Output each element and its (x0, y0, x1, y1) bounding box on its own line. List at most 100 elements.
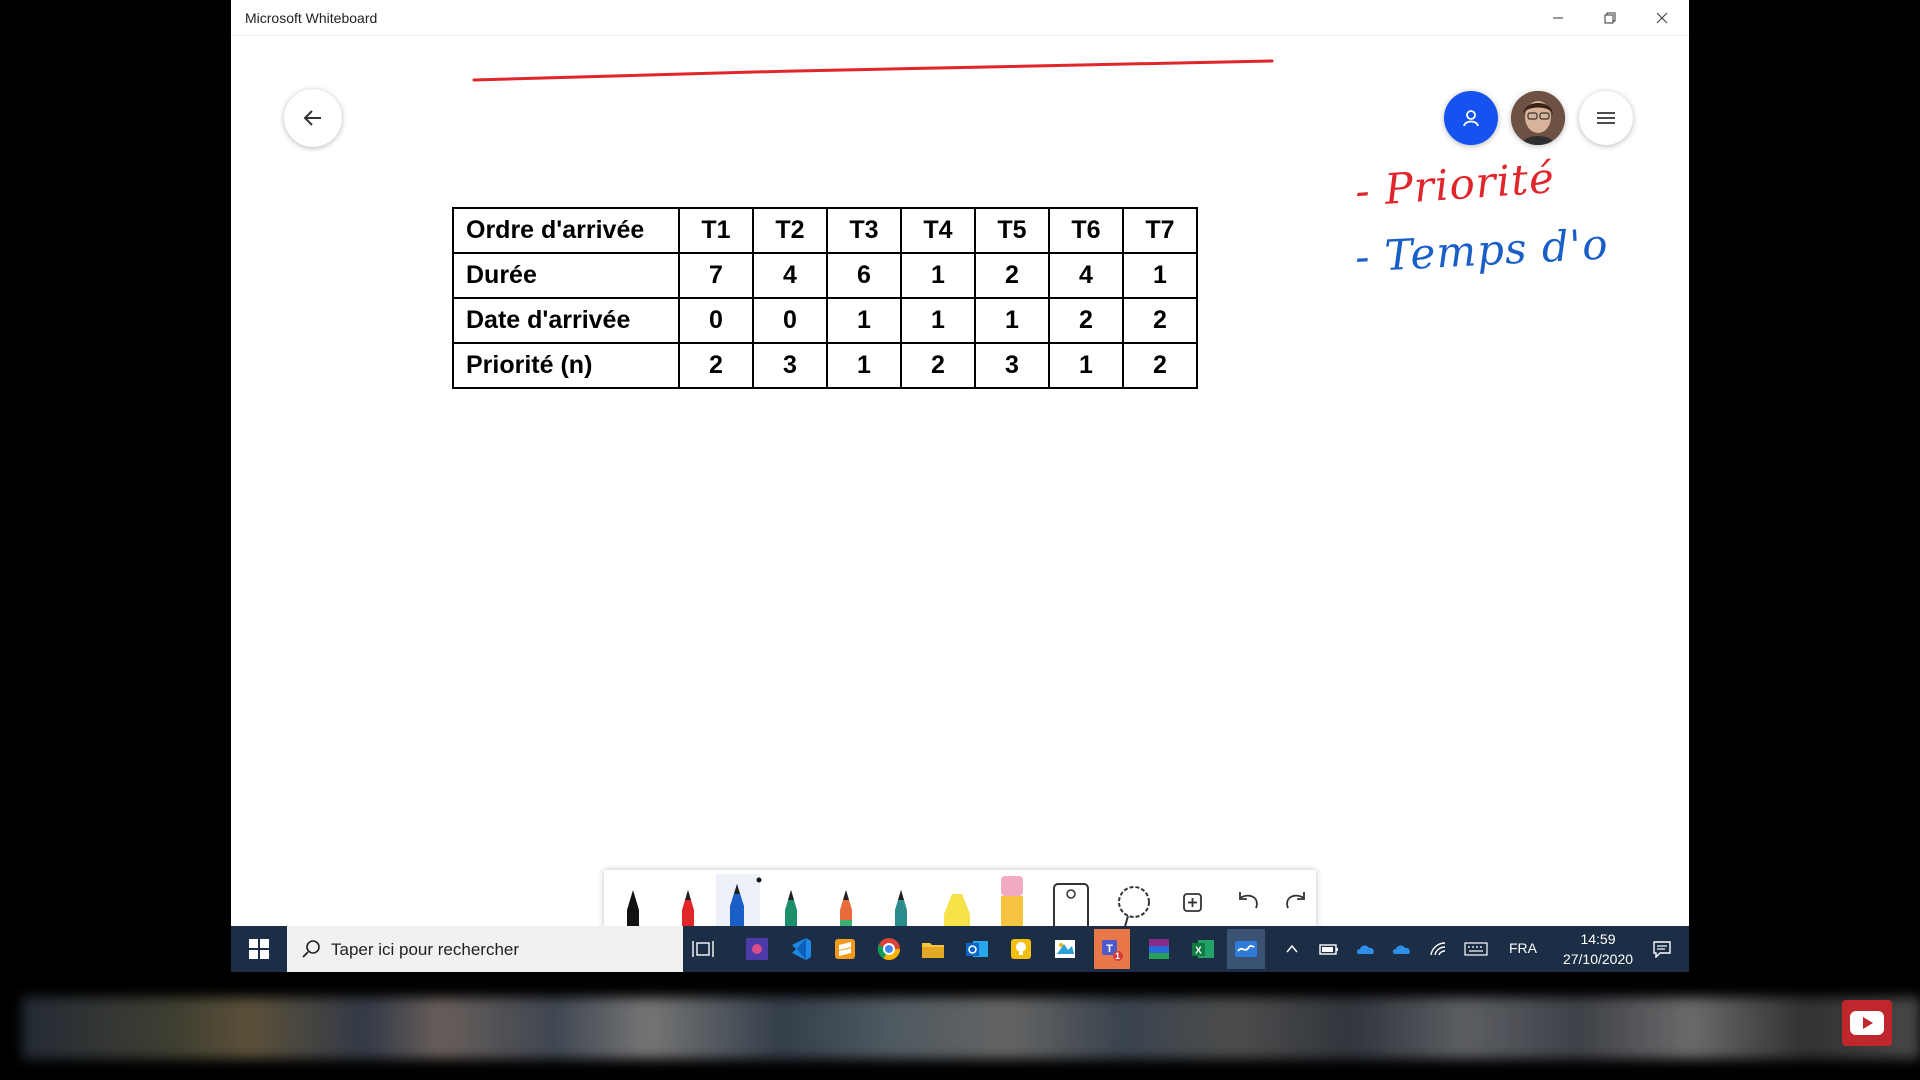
taskbar-chrome[interactable] (874, 934, 904, 964)
taskbar-paint[interactable] (1050, 934, 1080, 964)
tray-notifications[interactable] (1647, 934, 1677, 964)
back-button[interactable] (284, 89, 342, 147)
redo-icon[interactable] (1286, 892, 1305, 909)
notification-icon (1653, 941, 1671, 958)
column-header-cell: T4 (900, 207, 976, 254)
taskbar-vscode[interactable] (786, 934, 816, 964)
table-cell: 4 (1048, 252, 1124, 299)
taskbar-whiteboard[interactable] (1227, 929, 1265, 969)
add-icon[interactable] (1183, 893, 1202, 912)
person-add-icon (1463, 110, 1479, 127)
teams-badge: 1 (1115, 951, 1121, 961)
excel-icon: X (1192, 940, 1214, 958)
taskbar-app-purple[interactable] (742, 934, 772, 964)
user-photo-icon (1511, 91, 1565, 145)
taskbar-file-explorer[interactable] (918, 934, 948, 964)
taskbar-sublime[interactable] (830, 934, 860, 964)
tray-wifi[interactable] (1424, 934, 1454, 964)
windows-taskbar: Taper ici pour rechercher T1 X FRA 14:59… (231, 926, 1689, 972)
column-header-cell: T2 (752, 207, 828, 254)
arrow-left-icon (303, 110, 321, 126)
column-header-cell: T6 (1048, 207, 1124, 254)
windows-logo-icon (249, 939, 269, 959)
minimize-icon (1553, 17, 1563, 19)
close-button[interactable] (1636, 0, 1688, 36)
taskbar-excel[interactable]: X (1188, 934, 1218, 964)
tray-keyboard[interactable] (1461, 934, 1491, 964)
column-header-cell: T5 (974, 207, 1050, 254)
column-header-cell: T1 (678, 207, 754, 254)
lightbulb-icon (1011, 939, 1031, 959)
vscode-icon (792, 938, 811, 960)
scheduling-table: Ordre d'arrivée T1 T2 T3 T4 T5 T6 T7 Durée 7 4 6 1 2 4… (452, 207, 1198, 389)
tray-onedrive-2[interactable] (1387, 934, 1417, 964)
title-bar: Microsoft Whiteboard (231, 0, 1689, 36)
eraser-tool[interactable] (1001, 876, 1023, 932)
hamburger-icon (1597, 112, 1615, 124)
taskbar-tips[interactable] (1006, 934, 1036, 964)
row-header-cell: Date d'arrivée (452, 297, 680, 344)
chevron-up-icon (1286, 944, 1298, 953)
svg-text:T: T (1106, 943, 1113, 955)
outlook-icon (966, 941, 988, 957)
search-placeholder: Taper ici pour rechercher (331, 940, 520, 959)
app-icon (746, 938, 768, 960)
wifi-icon (1430, 942, 1446, 956)
archive-icon (1149, 939, 1169, 959)
table-cell: 1 (1048, 342, 1124, 389)
table-row: Ordre d'arrivée T1 T2 T3 T4 T5 T6 T7 (452, 207, 1198, 254)
lasso-tool[interactable] (1118, 886, 1150, 931)
youtube-play-icon (1850, 1011, 1884, 1035)
table-cell: 6 (826, 252, 902, 299)
taskbar-search[interactable]: Taper ici pour rechercher (287, 926, 683, 972)
restore-button[interactable] (1584, 0, 1636, 36)
taskbar-teams[interactable]: T1 (1094, 929, 1130, 969)
teams-icon: T (1102, 940, 1123, 961)
tray-onedrive[interactable] (1351, 934, 1381, 964)
table-cell: 2 (1048, 297, 1124, 344)
whiteboard-canvas[interactable]: Ordre d'arrivée T1 T2 T3 T4 T5 T6 T7 Durée 7 4 6 1 2 4… (231, 36, 1689, 936)
table-row: Priorité (n) 2 3 1 2 3 1 2 (452, 342, 1198, 389)
task-view-icon (692, 941, 714, 957)
start-button[interactable] (244, 934, 274, 964)
taskbar-outlook[interactable] (962, 934, 992, 964)
tray-date[interactable]: 27/10/2020 (1549, 951, 1647, 967)
ruler-tool[interactable] (1053, 883, 1089, 933)
table-cell: 0 (678, 297, 754, 344)
chrome-icon (877, 938, 900, 960)
table-row: Date d'arrivée 0 0 1 1 1 2 2 (452, 297, 1198, 344)
svg-text:X: X (1195, 946, 1202, 957)
sublime-icon (835, 939, 855, 959)
avatar[interactable] (1511, 91, 1565, 145)
tray-language[interactable]: FRA (1509, 940, 1537, 956)
table-cell: 1 (1122, 252, 1198, 299)
table-cell: 1 (826, 342, 902, 389)
column-header-cell: T7 (1122, 207, 1198, 254)
tray-battery[interactable] (1314, 934, 1344, 964)
row-header-cell: Ordre d'arrivée (452, 207, 680, 254)
invite-button[interactable] (1444, 91, 1498, 145)
row-header-cell: Durée (452, 252, 680, 299)
table-cell: 4 (752, 252, 828, 299)
table-cell: 1 (826, 297, 902, 344)
undo-icon[interactable] (1239, 892, 1258, 909)
table-cell: 1 (900, 252, 976, 299)
cloud-icon (1356, 945, 1374, 954)
battery-icon (1319, 944, 1338, 955)
table-cell: 3 (974, 342, 1050, 389)
table-cell: 3 (752, 342, 828, 389)
column-header-cell: T3 (826, 207, 902, 254)
minimize-button[interactable] (1532, 0, 1584, 36)
folder-icon (922, 943, 944, 958)
tray-chevron-up[interactable] (1277, 934, 1307, 964)
table-cell: 1 (974, 297, 1050, 344)
taskbar-winrar[interactable] (1144, 934, 1174, 964)
paint-icon (1055, 940, 1075, 958)
menu-button[interactable] (1579, 91, 1633, 145)
row-header-cell: Priorité (n) (452, 342, 680, 389)
task-view-button[interactable] (688, 934, 718, 964)
table-cell: 2 (974, 252, 1050, 299)
youtube-logo (1842, 1000, 1892, 1046)
tray-time[interactable]: 14:59 (1570, 931, 1626, 947)
handwritten-temps: - Temps d'o (1353, 219, 1610, 282)
